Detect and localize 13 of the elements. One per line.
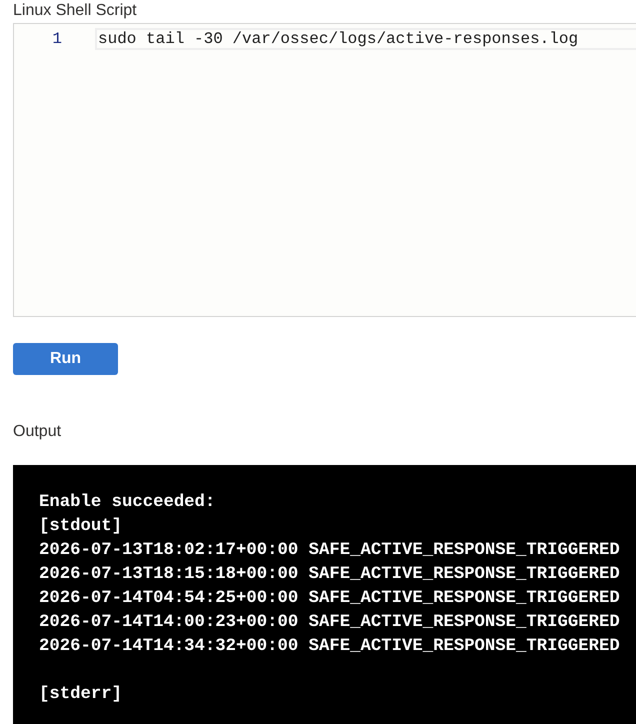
output-label: Output [13, 422, 62, 442]
log-line: 2026-07-14T04:54:25+00:00 SAFE_ACTIVE_RESPONSE_TRIGGERED [39, 588, 620, 610]
log-line: 2026-07-13T18:15:18+00:00 SAFE_ACTIVE_RESPONSE_TRIGGERED [39, 564, 620, 586]
line-number: 1 [51, 29, 63, 50]
log-line: 2026-07-14T14:34:32+00:00 SAFE_ACTIVE_RESPONSE_TRIGGERED [39, 636, 620, 658]
status-line: Enable succeeded: [39, 492, 216, 514]
editor-label: Linux Shell Script [13, 1, 137, 21]
stream-header: [stdout] [39, 516, 122, 538]
code-editor[interactable]: 1 sudo tail -30 /var/ossec/logs/active-responses.log [13, 23, 636, 317]
run-button[interactable]: Run [13, 343, 118, 375]
log-line: 2026-07-13T18:02:17+00:00 SAFE_ACTIVE_RESPONSE_TRIGGERED [39, 540, 620, 562]
stream-header: [stderr] [39, 684, 122, 706]
log-line: 2026-07-14T14:00:23+00:00 SAFE_ACTIVE_RESPONSE_TRIGGERED [39, 612, 620, 634]
